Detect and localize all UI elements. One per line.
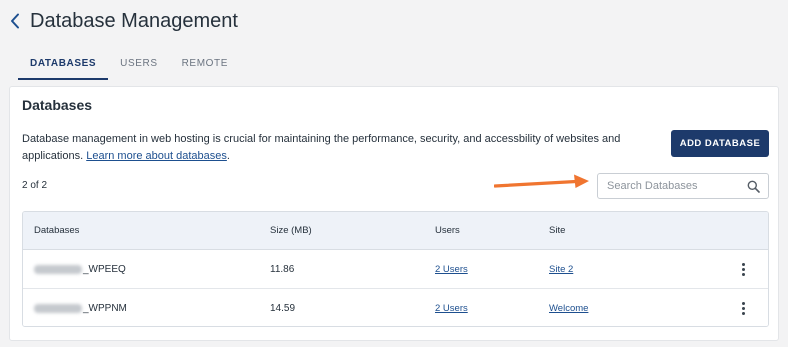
redacted-prefix (34, 264, 82, 274)
tab-databases[interactable]: DATABASES (18, 49, 109, 80)
annotation-arrow-icon (494, 174, 589, 188)
learn-more-link[interactable]: Learn more about databases (86, 150, 227, 162)
header-databases: Databases (34, 225, 80, 236)
database-name-suffix: _WPEEQ (83, 263, 126, 275)
databases-table: Databases Size (MB) Users Site _WPEEQ 11… (22, 211, 769, 327)
tab-remote[interactable]: REMOTE (170, 49, 240, 80)
tab-bar: DATABASES USERS REMOTE (18, 49, 240, 80)
table-row: _WPPNM 14.59 2 Users Welcome (23, 289, 768, 326)
description-period: . (226, 150, 230, 162)
header-size: Size (MB) (270, 225, 312, 236)
card-description: Database management in web hosting is cr… (22, 131, 642, 165)
redacted-prefix (34, 304, 82, 313)
database-size: 14.59 (270, 303, 296, 314)
table-row: _WPEEQ 11.86 2 Users Site 2 (23, 250, 768, 289)
users-link[interactable]: 2 Users (435, 303, 468, 314)
search-icon[interactable] (747, 180, 760, 193)
result-count: 2 of 2 (22, 180, 48, 191)
site-link[interactable]: Site 2 (549, 264, 573, 275)
more-options-icon[interactable] (741, 262, 745, 276)
search-box[interactable] (597, 173, 769, 199)
database-name: _WPPNM (34, 289, 127, 326)
site-link[interactable]: Welcome (549, 303, 588, 314)
header-site: Site (549, 225, 566, 236)
database-size: 11.86 (270, 263, 295, 275)
card-title: Databases (22, 97, 93, 113)
search-input[interactable] (607, 174, 743, 198)
chevron-left-icon[interactable] (10, 10, 24, 32)
users-link[interactable]: 2 Users (435, 264, 468, 275)
page-title: Database Management (30, 9, 238, 32)
add-database-button[interactable]: ADD DATABASE (671, 130, 769, 157)
databases-card: Databases Database management in web hos… (9, 86, 779, 341)
tab-users[interactable]: USERS (108, 49, 169, 80)
database-name: _WPEEQ (34, 250, 126, 288)
database-name-suffix: _WPPNM (83, 303, 127, 314)
header-users: Users (435, 225, 460, 236)
more-options-icon[interactable] (741, 302, 745, 315)
page-header: Database Management (10, 8, 238, 34)
table-header: Databases Size (MB) Users Site (23, 212, 768, 250)
